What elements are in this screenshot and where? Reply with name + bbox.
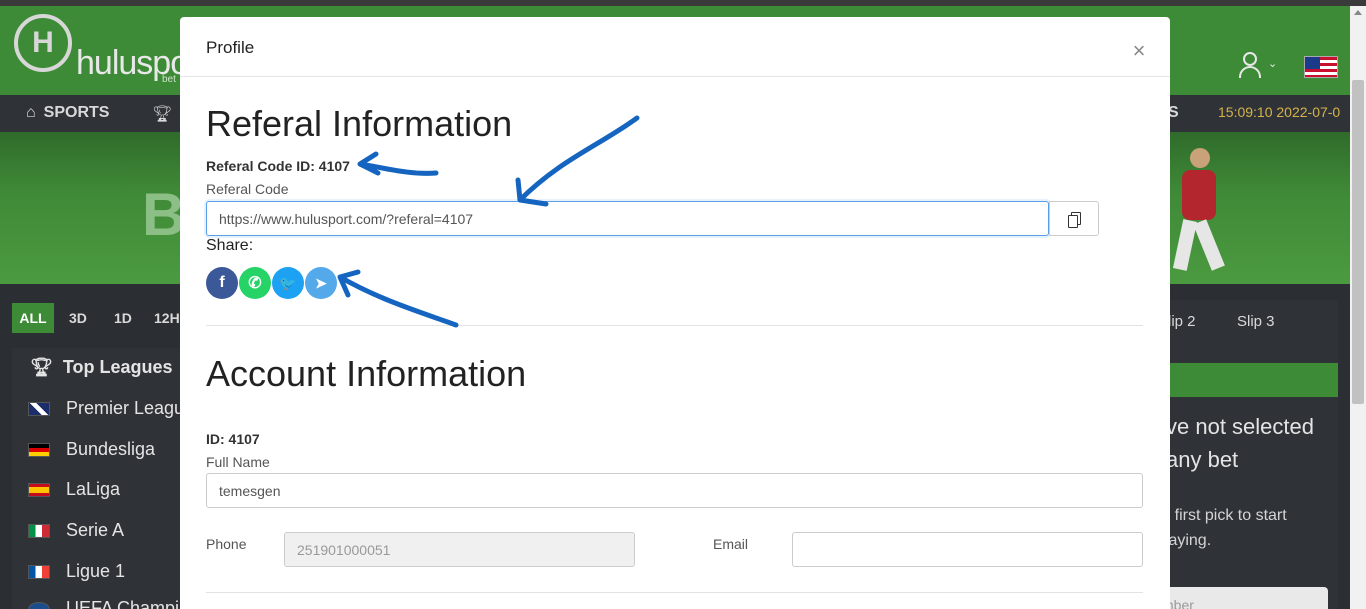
full-name-field[interactable] [206,473,1143,508]
section-divider [206,592,1143,593]
filter-1d[interactable]: 1D [114,310,132,326]
telegram-share-icon[interactable]: ➤ [305,267,337,299]
phone-label: Phone [206,536,247,552]
email-field[interactable] [792,532,1143,567]
top-leagues-heading: 🏆︎ Top Leagues [30,357,173,378]
chevron-down-icon[interactable]: ⌄ [1268,57,1277,70]
italy-flag-icon [28,523,50,538]
europe-ball-icon [28,601,50,609]
bet-slip-hint: ur first pick to start playing. [1156,507,1287,549]
league-label: UEFA Champi [66,598,180,609]
league-item-laliga[interactable]: LaLiga [28,479,120,500]
league-item-serie-a[interactable]: Serie A [28,520,124,541]
referral-link-input[interactable] [206,201,1049,236]
tab-slip-2[interactable]: lip 2 [1168,313,1196,330]
referral-heading: Referal Information [206,103,513,144]
scrollbar-thumb[interactable] [1352,80,1364,404]
filter-all[interactable]: ALL [12,303,54,333]
logo-icon[interactable]: H [14,14,72,72]
league-label: Premier Leagu [66,398,185,418]
league-item-uefa[interactable]: UEFA Champi [28,598,179,609]
share-label: Share: [206,237,254,254]
twitter-share-icon[interactable]: 🐦 [272,267,304,299]
close-icon[interactable]: × [1129,40,1149,62]
phone-field [284,532,635,567]
home-icon: ⌂ [26,104,36,121]
bet-slip-input[interactable]: mber [1156,587,1328,609]
nav-item-sports-label: SPORTS [43,104,110,121]
copy-button[interactable] [1049,201,1099,236]
trophy-icon: 🏆︎ [30,357,53,377]
referral-code-id: Referal Code ID: 4107 [206,158,350,174]
modal-title: Profile [206,38,255,57]
bet-slip-header [1170,363,1338,397]
account-heading: Account Information [206,353,527,394]
bet-slip-empty-message: ve not selected any bet [1166,414,1314,472]
banner-text: B [142,181,186,248]
clock: 15:09:10 2022-07-0 [1218,104,1341,120]
full-name-label: Full Name [206,454,270,470]
facebook-share-icon[interactable]: f [206,267,238,299]
share-buttons: f ✆ 🐦 ➤ [206,267,337,299]
league-label: Serie A [66,520,125,540]
modal-header: Profile × [180,17,1170,77]
profile-modal: Profile × Referal Information Referal Co… [180,17,1170,609]
football-player-image [1172,148,1232,278]
whatsapp-share-icon[interactable]: ✆ [239,267,271,299]
league-item-ligue-1[interactable]: Ligue 1 [28,561,125,582]
scroll-up-arrow-icon[interactable] [1354,10,1362,15]
copy-icon [1068,211,1081,228]
league-item-bundesliga[interactable]: Bundesliga [28,439,155,460]
top-leagues-title: Top Leagues [62,357,173,377]
nav-item-sports[interactable]: ⌂ SPORTS [26,104,109,122]
france-flag-icon [28,564,50,579]
account-id: ID: 4107 [206,431,260,447]
england-flag-icon [28,401,50,416]
user-account-icon[interactable] [1238,52,1262,80]
tab-slip-3[interactable]: Slip 3 [1237,313,1275,330]
trophy-icon[interactable]: 🏆︎ [152,104,172,124]
email-label: Email [713,536,749,552]
league-label: Bundesliga [66,439,156,459]
league-label: Ligue 1 [66,561,126,581]
filter-12h[interactable]: 12H [154,310,180,326]
section-divider [206,325,1143,326]
logo-tagline: bet [162,74,176,85]
filter-3d[interactable]: 3D [69,310,87,326]
germany-flag-icon [28,442,50,457]
spain-flag-icon [28,482,50,497]
language-flag-icon[interactable] [1304,56,1338,78]
league-item-premier-league[interactable]: Premier Leagu [28,398,184,419]
league-label: LaLiga [66,479,121,499]
referral-code-label: Referal Code [206,181,289,197]
